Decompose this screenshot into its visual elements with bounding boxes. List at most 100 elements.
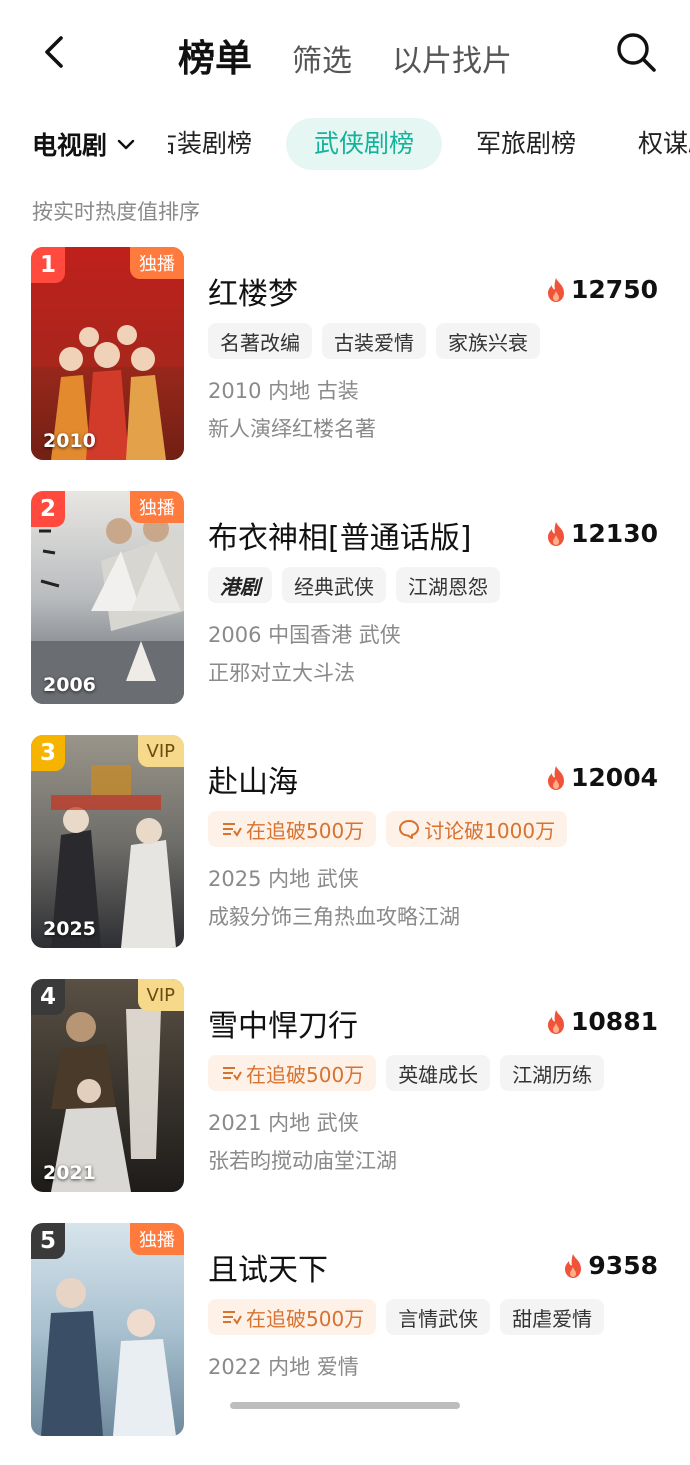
tag-chip[interactable]: 江湖恩怨 — [396, 567, 500, 603]
top-bar: 榜单 筛选 以片找片 — [0, 0, 690, 105]
rank-badge: 4 — [31, 979, 65, 1015]
tag-row: 在追破500万 言情武侠 甜虐爱情 — [208, 1299, 614, 1335]
tag-chip[interactable]: 言情武侠 — [386, 1299, 491, 1335]
show-title[interactable]: 赴山海 — [208, 757, 298, 801]
list-icon — [223, 1067, 242, 1081]
home-indicator — [230, 1402, 460, 1409]
rank-badge: 5 — [31, 1223, 65, 1259]
tag-label: 甜虐爱情 — [512, 1306, 593, 1331]
show-meta: 2006 中国香港 武侠 — [208, 623, 401, 647]
tag-chip[interactable]: 江湖历练 — [500, 1055, 605, 1091]
category-dropdown-label: 电视剧 — [32, 131, 108, 160]
show-meta: 2010 内地 古装 — [208, 379, 359, 403]
tag-chip[interactable]: 甜虐爱情 — [500, 1299, 605, 1335]
tag-chip[interactable]: 在追破500万 — [208, 1299, 377, 1335]
list-item[interactable]: 1 独播 2010 红楼梦 12750 名著改编 古装爱情 家族兴衰 2010 内地… — [0, 245, 690, 489]
tab-find-by-film[interactable]: 以片找片 — [392, 36, 512, 80]
poster-thumbnail[interactable]: 3 VIP 2025 — [31, 735, 184, 948]
category-bar: 电视剧 古装剧榜 武侠剧榜 军旅剧榜 权谋剧榜 — [0, 112, 690, 176]
show-title[interactable]: 红楼梦 — [208, 269, 298, 313]
poster-year: 2010 — [43, 430, 96, 452]
show-meta: 2022 内地 爱情 — [208, 1355, 359, 1379]
heat-value: 10881 — [571, 1007, 658, 1036]
tag-chip[interactable]: 英雄成长 — [386, 1055, 491, 1091]
rank-badge: 2 — [31, 491, 65, 527]
tag-label: 英雄成长 — [398, 1062, 479, 1087]
category-chip-quanmou[interactable]: 权谋剧榜 — [610, 118, 690, 170]
tag-chip[interactable]: 在追破500万 — [208, 811, 377, 847]
access-badge: VIP — [137, 979, 184, 1011]
heat-score: 12750 — [545, 275, 658, 304]
category-chip-junlv[interactable]: 军旅剧榜 — [448, 118, 604, 170]
tag-chip[interactable]: 名著改编 — [208, 323, 312, 359]
heat-value: 12004 — [571, 763, 658, 792]
access-badge: 独播 — [130, 491, 184, 523]
tag-row: 在追破500万 讨论破1000万 — [208, 811, 577, 847]
tag-label: 名著改编 — [220, 330, 300, 355]
flame-icon — [548, 277, 565, 302]
list-item[interactable]: 2 独播 2006 布衣神相[普通话版] 12130 港剧 经典武侠 江湖恩怨 20… — [0, 489, 690, 733]
category-dropdown[interactable]: 电视剧 — [32, 126, 137, 162]
tag-row: 名著改编 古装爱情 家族兴衰 — [208, 323, 550, 359]
poster-year: 2021 — [43, 1162, 96, 1184]
tag-row: 在追破500万 英雄成长 江湖历练 — [208, 1055, 614, 1091]
tag-chip[interactable]: 古装爱情 — [322, 323, 426, 359]
show-description: 张若昀搅动庙堂江湖 — [208, 1149, 397, 1173]
poster-thumbnail[interactable]: 4 VIP 2021 — [31, 979, 184, 1192]
tab-ranking[interactable]: 榜单 — [178, 28, 252, 82]
chevron-left-icon — [45, 36, 63, 68]
heat-score: 12130 — [545, 519, 658, 548]
heat-score: 9358 — [562, 1251, 658, 1280]
tag-label: 江湖历练 — [512, 1062, 593, 1087]
show-title[interactable]: 雪中悍刀行 — [208, 1001, 358, 1045]
tab-filter[interactable]: 筛选 — [292, 36, 352, 80]
tag-label: 港剧 — [220, 574, 260, 599]
tag-label: 经典武侠 — [294, 574, 374, 599]
flame-icon — [548, 1009, 565, 1034]
tag-chip[interactable]: 讨论破1000万 — [386, 811, 568, 847]
search-button[interactable] — [612, 28, 662, 78]
search-icon — [617, 33, 656, 72]
access-badge: 独播 — [130, 1223, 184, 1255]
show-meta: 2021 内地 武侠 — [208, 1111, 359, 1135]
tag-chip[interactable]: 港剧 — [208, 567, 272, 603]
list-item[interactable]: 3 VIP 2025 赴山海 12004 在追破500万 讨论破1000万 202… — [0, 733, 690, 977]
tag-label: 在追破500万 — [246, 1306, 365, 1331]
poster-thumbnail[interactable]: 5 独播 — [31, 1223, 184, 1436]
list-item[interactable]: 5 独播 且试天下 9358 在追破500万 言情武侠 甜虐爱情 2022 内地 爱… — [0, 1221, 690, 1465]
chat-bubble-icon — [399, 820, 420, 839]
flame-icon — [565, 1253, 582, 1278]
tag-chip[interactable]: 家族兴衰 — [436, 323, 540, 359]
list-item[interactable]: 4 VIP 2021 雪中悍刀行 10881 在追破500万 英雄成长 江湖历练 2… — [0, 977, 690, 1221]
list-icon — [223, 823, 242, 837]
tag-chip[interactable]: 在追破500万 — [208, 1055, 377, 1091]
tag-label: 江湖恩怨 — [408, 574, 488, 599]
show-description: 新人演绎红楼名著 — [208, 417, 376, 441]
show-meta: 2025 内地 武侠 — [208, 867, 359, 891]
back-button[interactable] — [32, 30, 76, 74]
access-badge: VIP — [137, 735, 184, 767]
tag-chip[interactable]: 经典武侠 — [282, 567, 386, 603]
show-title[interactable]: 布衣神相[普通话版] — [208, 513, 471, 557]
category-chip-guzhuang[interactable]: 古装剧榜 — [168, 118, 280, 170]
heat-score: 10881 — [545, 1007, 658, 1036]
category-chip-wuxia[interactable]: 武侠剧榜 — [286, 118, 443, 170]
poster-thumbnail[interactable]: 1 独播 2010 — [31, 247, 184, 460]
heat-value: 9358 — [588, 1251, 658, 1280]
poster-year: 2025 — [43, 918, 96, 940]
tag-label: 在追破500万 — [246, 1062, 365, 1087]
access-badge: 独播 — [130, 247, 184, 279]
show-description: 正邪对立大斗法 — [208, 661, 355, 685]
tag-label: 家族兴衰 — [448, 330, 528, 355]
top-nav-tabs: 榜单 筛选 以片找片 — [178, 28, 552, 82]
poster-thumbnail[interactable]: 2 独播 2006 — [31, 491, 184, 704]
tag-row: 港剧 经典武侠 江湖恩怨 — [208, 567, 510, 603]
tag-label: 古装爱情 — [334, 330, 414, 355]
sort-hint: 按实时热度值排序 — [32, 200, 200, 224]
chevron-down-icon — [117, 139, 135, 150]
show-title[interactable]: 且试天下 — [208, 1245, 328, 1289]
flame-icon — [548, 765, 565, 790]
poster-year: 2006 — [43, 674, 96, 696]
category-scroller[interactable]: 古装剧榜 武侠剧榜 军旅剧榜 权谋剧榜 — [168, 112, 690, 176]
rank-badge: 1 — [31, 247, 65, 283]
